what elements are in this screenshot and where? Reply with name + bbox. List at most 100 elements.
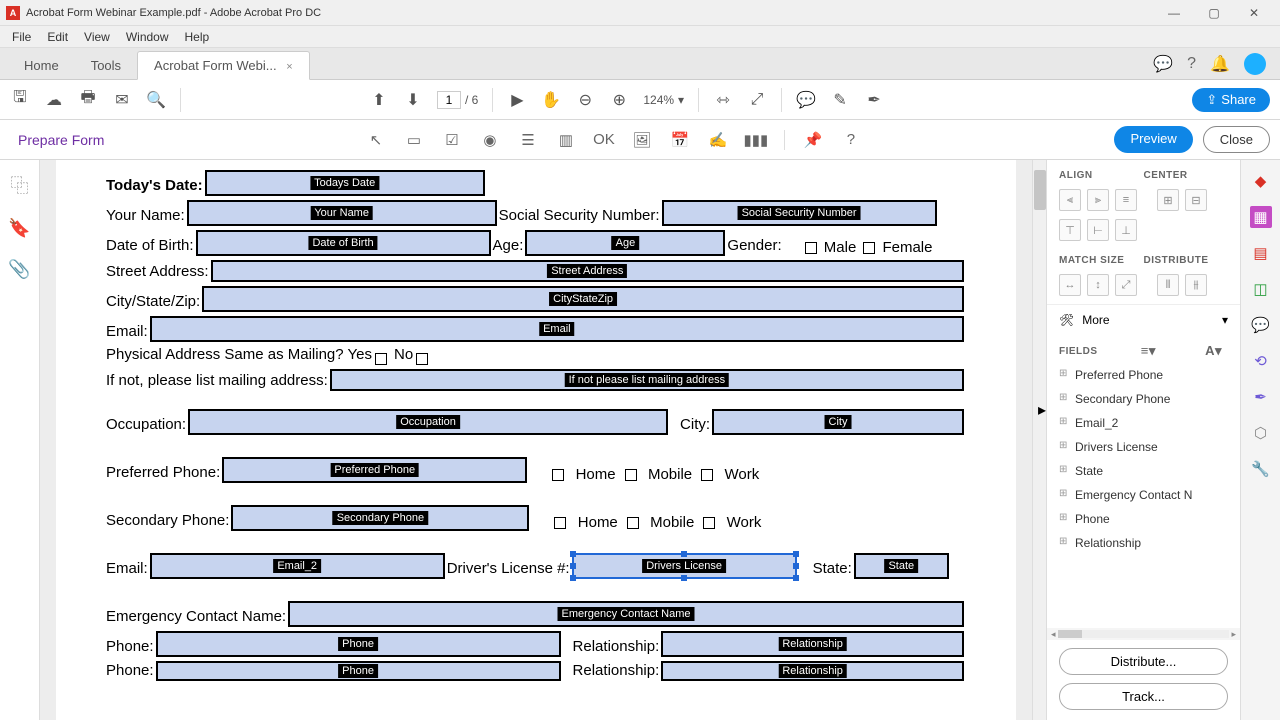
preview-button[interactable]: Preview: [1114, 126, 1192, 153]
distribute-v-button[interactable]: ⫵: [1185, 274, 1207, 296]
checkbox-sec-work[interactable]: [703, 517, 715, 529]
checkbox-sec-home[interactable]: [554, 517, 566, 529]
field-phone1[interactable]: Phone: [156, 631, 561, 657]
maximize-button[interactable]: ▢: [1194, 1, 1234, 25]
attachments-icon[interactable]: 📎: [8, 259, 30, 280]
field-csz[interactable]: CityStateZip: [202, 286, 964, 312]
thumbnails-icon[interactable]: ⿻: [11, 172, 29, 198]
field-email[interactable]: Email: [150, 316, 964, 342]
checkbox-pref-mobile[interactable]: [625, 469, 637, 481]
list-item[interactable]: Preferred Phone: [1047, 363, 1240, 387]
list-item[interactable]: Phone: [1047, 507, 1240, 531]
bell-icon[interactable]: 🔔: [1210, 54, 1230, 74]
checkbox-female[interactable]: [863, 242, 875, 254]
list-icon[interactable]: ☰: [518, 130, 538, 150]
field-pref-phone[interactable]: Preferred Phone: [222, 457, 527, 483]
fields-h-scrollbar[interactable]: ◂ ▸: [1047, 628, 1240, 640]
align-middle-button[interactable]: ⊢: [1087, 219, 1109, 241]
tool-edit-icon[interactable]: ▤: [1250, 242, 1272, 264]
barcode-icon[interactable]: ▮▮▮: [746, 130, 766, 150]
tool-sign-icon[interactable]: ✒: [1250, 386, 1272, 408]
field-drivers-license[interactable]: Drivers License: [572, 553, 797, 579]
field-city[interactable]: City: [712, 409, 964, 435]
comment-icon[interactable]: 💬: [796, 90, 816, 110]
field-mailing[interactable]: If not please list mailing address: [330, 369, 964, 391]
checkbox-mailing-no[interactable]: [416, 353, 428, 365]
center-h-button[interactable]: ⊞: [1157, 189, 1179, 211]
field-your-name[interactable]: Your Name: [187, 200, 497, 226]
menu-window[interactable]: Window: [118, 28, 177, 46]
field-state[interactable]: State: [854, 553, 949, 579]
field-todays-date[interactable]: Todays Date: [205, 170, 485, 196]
tool-organize-icon[interactable]: ⟲: [1250, 350, 1272, 372]
zoom-level[interactable]: 124%▾: [643, 93, 684, 107]
tool-comment-icon[interactable]: 💬: [1250, 314, 1272, 336]
field-phone2[interactable]: Phone: [156, 661, 561, 681]
align-bottom-button[interactable]: ⊥: [1115, 219, 1137, 241]
pointer-icon[interactable]: ▶: [507, 90, 527, 110]
menu-file[interactable]: File: [4, 28, 39, 46]
menu-edit[interactable]: Edit: [39, 28, 76, 46]
field-age[interactable]: Age: [525, 230, 725, 256]
minimize-button[interactable]: —: [1154, 1, 1194, 25]
help-icon[interactable]: ?: [1187, 55, 1196, 73]
checkbox-icon[interactable]: ☑: [442, 130, 462, 150]
field-emergency[interactable]: Emergency Contact Name: [288, 601, 964, 627]
dropdown-icon[interactable]: ▥: [556, 130, 576, 150]
track-form-button[interactable]: Track...: [1059, 683, 1228, 710]
list-item[interactable]: State: [1047, 459, 1240, 483]
list-item[interactable]: Email_2: [1047, 411, 1240, 435]
hand-icon[interactable]: ✋: [541, 90, 561, 110]
right-collapse-icon[interactable]: ▸: [1038, 400, 1046, 420]
zoom-out-icon[interactable]: ⊖: [575, 90, 595, 110]
tab-tools[interactable]: Tools: [75, 52, 137, 79]
scroll-right-icon[interactable]: ▸: [1229, 629, 1238, 640]
tool-more-icon[interactable]: 🔧: [1250, 458, 1272, 480]
mail-icon[interactable]: ✉: [112, 90, 132, 110]
cloud-icon[interactable]: ☁: [44, 90, 64, 110]
match-both-button[interactable]: ⤢: [1115, 274, 1137, 296]
match-height-button[interactable]: ↕: [1087, 274, 1109, 296]
field-sec-phone[interactable]: Secondary Phone: [231, 505, 529, 531]
help-tool-icon[interactable]: ?: [841, 130, 861, 150]
field-street[interactable]: Street Address: [211, 260, 964, 282]
distribute-form-button[interactable]: Distribute...: [1059, 648, 1228, 675]
select-tool-icon[interactable]: ↖: [366, 130, 386, 150]
checkbox-male[interactable]: [805, 242, 817, 254]
tool-prepare-icon[interactable]: ▦: [1250, 206, 1272, 228]
print-icon[interactable]: 🖶: [78, 90, 98, 110]
checkbox-mailing-yes[interactable]: [375, 353, 387, 365]
filter-icon[interactable]: A▾: [1205, 343, 1222, 359]
pin-icon[interactable]: 📌: [803, 130, 823, 150]
tab-home[interactable]: Home: [8, 52, 75, 79]
checkbox-pref-work[interactable]: [701, 469, 713, 481]
tab-document[interactable]: Acrobat Form Webi... ×: [137, 51, 310, 80]
search-icon[interactable]: 🔍: [146, 90, 166, 110]
signature-icon[interactable]: ✍: [708, 130, 728, 150]
field-rel1[interactable]: Relationship: [661, 631, 964, 657]
field-ssn[interactable]: Social Security Number: [662, 200, 937, 226]
field-dob[interactable]: Date of Birth: [196, 230, 491, 256]
doc-scrollbar[interactable]: [1032, 160, 1046, 720]
menu-view[interactable]: View: [76, 28, 118, 46]
distribute-h-button[interactable]: ⫴: [1157, 274, 1179, 296]
align-left-button[interactable]: ⫷: [1059, 189, 1081, 211]
match-width-button[interactable]: ↔: [1059, 274, 1081, 296]
date-icon[interactable]: 📅: [670, 130, 690, 150]
tool-protect-icon[interactable]: ⬡: [1250, 422, 1272, 444]
highlight-icon[interactable]: ✎: [830, 90, 850, 110]
text-field-icon[interactable]: ▭: [404, 130, 424, 150]
bookmark-icon[interactable]: 🔖: [8, 218, 30, 239]
list-item[interactable]: Relationship: [1047, 531, 1240, 555]
more-button[interactable]: 🛠 More ▾: [1047, 304, 1240, 335]
page-down-icon[interactable]: ⬇: [403, 90, 423, 110]
button-icon[interactable]: OK: [594, 130, 614, 150]
save-icon[interactable]: 🖫: [10, 90, 30, 110]
page-input[interactable]: [437, 91, 461, 109]
align-center-button[interactable]: ⫸: [1087, 189, 1109, 211]
tab-close-icon[interactable]: ×: [286, 61, 292, 73]
share-button[interactable]: ⇪ Share: [1192, 88, 1270, 112]
field-email2[interactable]: Email_2: [150, 553, 445, 579]
field-occupation[interactable]: Occupation: [188, 409, 668, 435]
menu-help[interactable]: Help: [177, 28, 218, 46]
